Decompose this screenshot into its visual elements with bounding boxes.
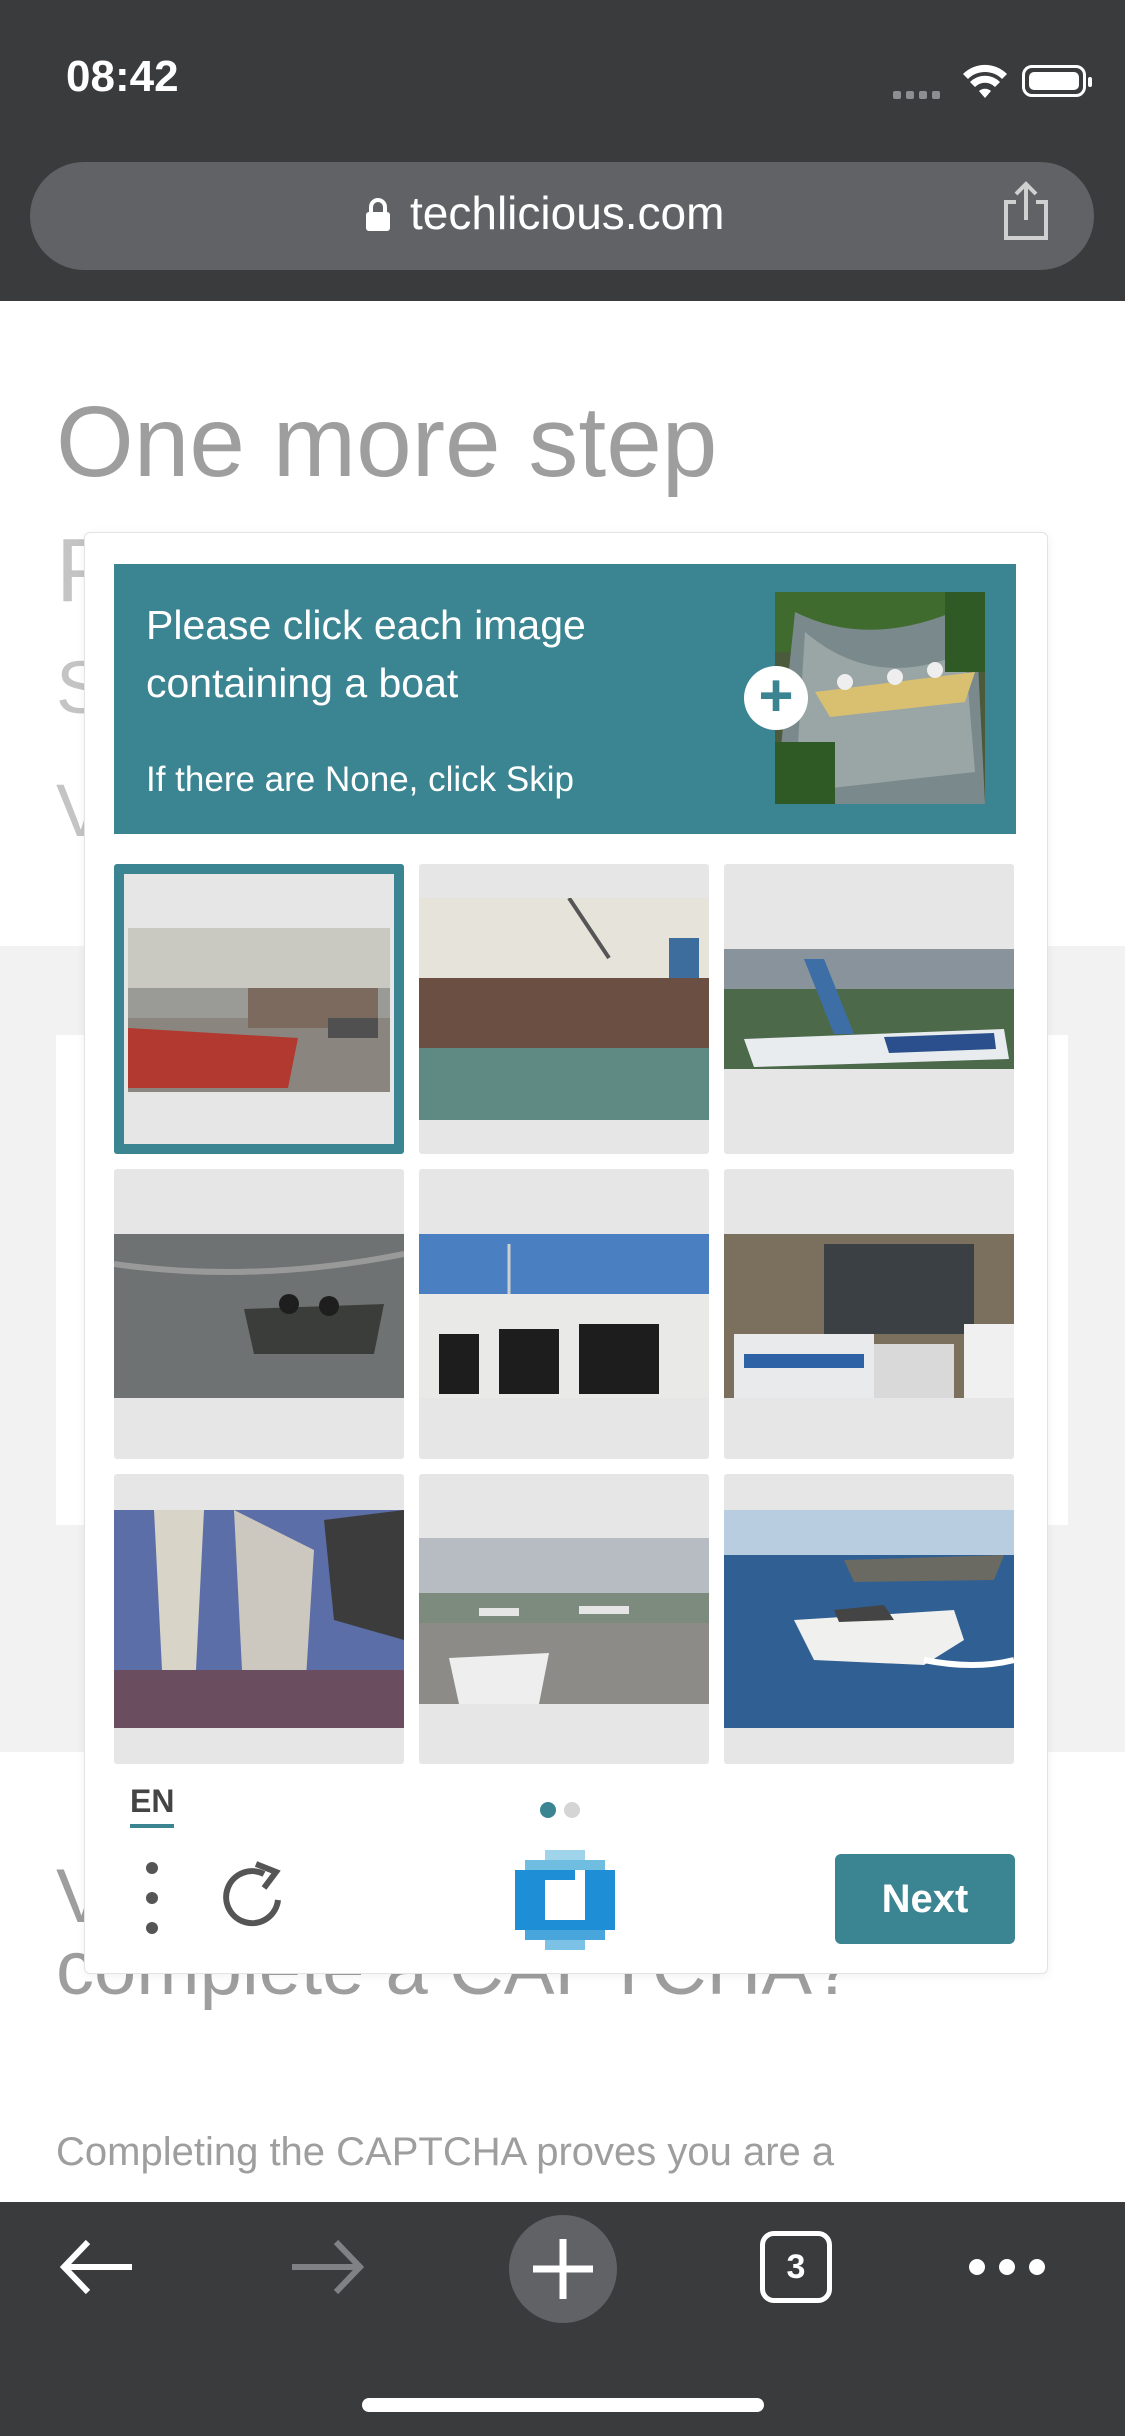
language-selector[interactable]: EN [130,1783,175,1828]
page-dot-active [540,1802,556,1818]
next-button[interactable]: Next [835,1854,1015,1944]
captcha-tile-2[interactable] [419,864,709,1154]
captcha-tile-4[interactable] [114,1169,404,1459]
home-indicator [362,2398,764,2412]
forward-icon[interactable] [282,2222,372,2312]
captcha-tile-7[interactable] [114,1474,404,1764]
page-paragraph: Completing the CAPTCHA proves you are a [56,2130,835,2174]
captcha-prompt: Please click each image containing a boa… [146,602,586,706]
expand-sample-icon[interactable]: + [744,666,808,730]
back-icon[interactable] [52,2222,142,2312]
page-heading: One more step [56,386,718,498]
url-text[interactable]: techlicious.com [410,186,724,240]
more-options-icon[interactable] [142,1860,162,1936]
share-icon[interactable] [998,180,1054,242]
hcaptcha-logo-icon [515,1850,615,1950]
cellular-signal-icon [893,86,945,99]
more-menu-icon[interactable] [962,2222,1052,2312]
captcha-tile-1[interactable] [114,864,404,1154]
captcha-tile-3[interactable] [724,864,1014,1154]
captcha-tile-5[interactable] [419,1169,709,1459]
captcha-subprompt: If there are None, click Skip [146,760,574,799]
tab-switcher-button[interactable]: 3 [760,2231,832,2303]
new-tab-icon[interactable] [508,2214,618,2324]
refresh-icon[interactable] [220,1860,290,1934]
battery-icon [1022,65,1092,97]
page-indicator [540,1802,588,1823]
captcha-tile-8[interactable] [419,1474,709,1764]
captcha-tile-6[interactable] [724,1169,1014,1459]
captcha-tile-9[interactable] [724,1474,1014,1764]
wifi-icon [963,64,1007,98]
lock-icon [366,198,390,231]
page-dot-inactive [564,1802,580,1818]
status-time: 08:42 [66,52,179,101]
